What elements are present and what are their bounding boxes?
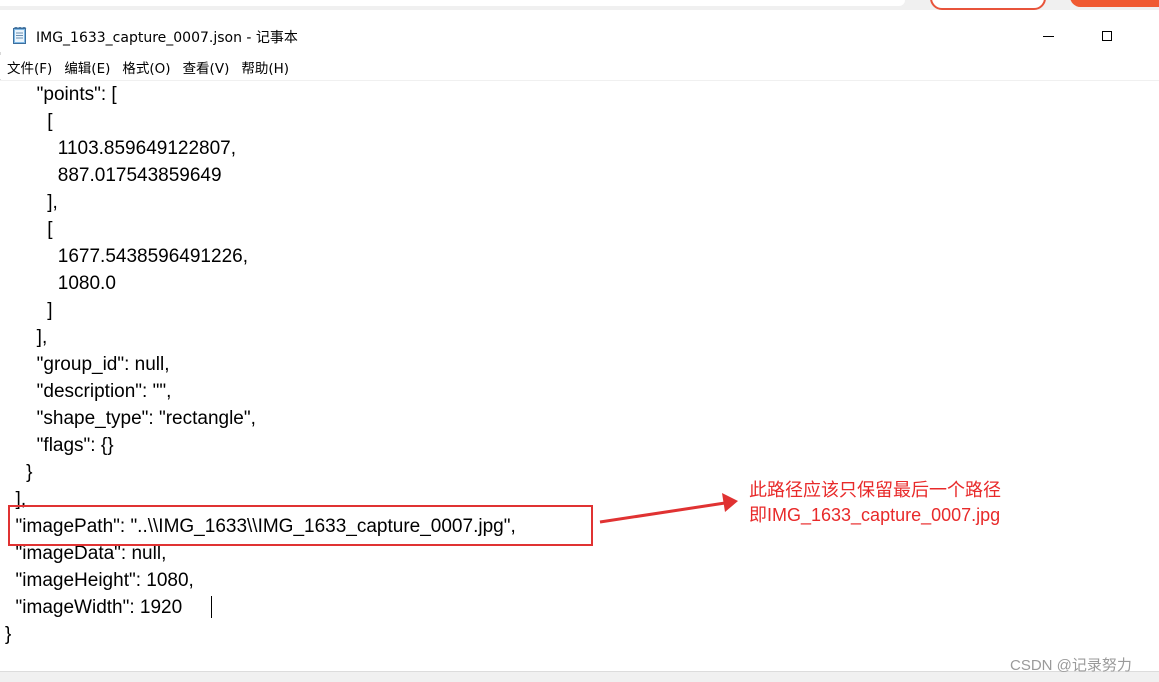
code-line: 1677.5438596491226,: [5, 246, 248, 267]
notepad-icon: [13, 27, 27, 44]
code-line: "shape_type": "rectangle",: [5, 408, 256, 429]
code-line: "description": "",: [5, 381, 172, 402]
title-bar: IMG_1633_capture_0007.json - 记事本: [0, 10, 1159, 52]
menu-format[interactable]: 格式(O): [115, 57, 175, 77]
highlight-box: [8, 505, 593, 546]
annotation-line-2: 即IMG_1633_capture_0007.jpg: [749, 505, 1001, 525]
code-line: "flags": {}: [5, 435, 114, 456]
code-line: "group_id": null,: [5, 354, 170, 375]
annotation-text: 此路径应该只保留最后一个路径 即IMG_1633_capture_0007.jp…: [749, 478, 1001, 528]
browser-solid-button[interactable]: [1070, 0, 1159, 7]
menu-bar: 文件(F) 编辑(E) 格式(O) 查看(V) 帮助(H): [0, 55, 1159, 79]
menu-file[interactable]: 文件(F): [0, 57, 57, 77]
code-line: "points": [: [5, 84, 117, 105]
text-caret: [211, 596, 212, 618]
code-line: "imageHeight": 1080,: [5, 570, 194, 591]
browser-tab-edge: [0, 0, 905, 6]
code-line: }: [5, 624, 12, 645]
menu-help[interactable]: 帮助(H): [234, 57, 294, 77]
code-line: 1080.0: [5, 273, 116, 294]
code-line: ]: [5, 300, 53, 321]
code-line: }: [5, 462, 33, 483]
menu-view[interactable]: 查看(V): [176, 57, 235, 77]
watermark: CSDN @记录努力: [1010, 657, 1132, 674]
browser-top-strip: [0, 0, 1159, 10]
status-bar: [0, 671, 1159, 682]
code-line: 1103.859649122807,: [5, 138, 237, 159]
browser-outline-button[interactable]: [930, 0, 1046, 10]
code-line: [: [5, 219, 53, 240]
code-line: [: [5, 111, 53, 132]
menu-edit[interactable]: 编辑(E): [57, 57, 115, 77]
minimize-button[interactable]: [1025, 21, 1071, 51]
code-line: ],: [5, 327, 48, 348]
code-line: ],: [5, 192, 58, 213]
code-line: "imageWidth": 1920: [5, 597, 183, 618]
maximize-button[interactable]: [1084, 21, 1130, 51]
code-line: 887.017543859649: [5, 165, 222, 186]
annotation-line-1: 此路径应该只保留最后一个路径: [749, 480, 1001, 500]
maximize-icon: [1102, 31, 1112, 41]
editor-content[interactable]: "points": [ [ 1103.859649122807, 887.017…: [0, 80, 1159, 670]
window-title: IMG_1633_capture_0007.json - 记事本: [36, 30, 298, 46]
minimize-icon: [1042, 35, 1054, 37]
